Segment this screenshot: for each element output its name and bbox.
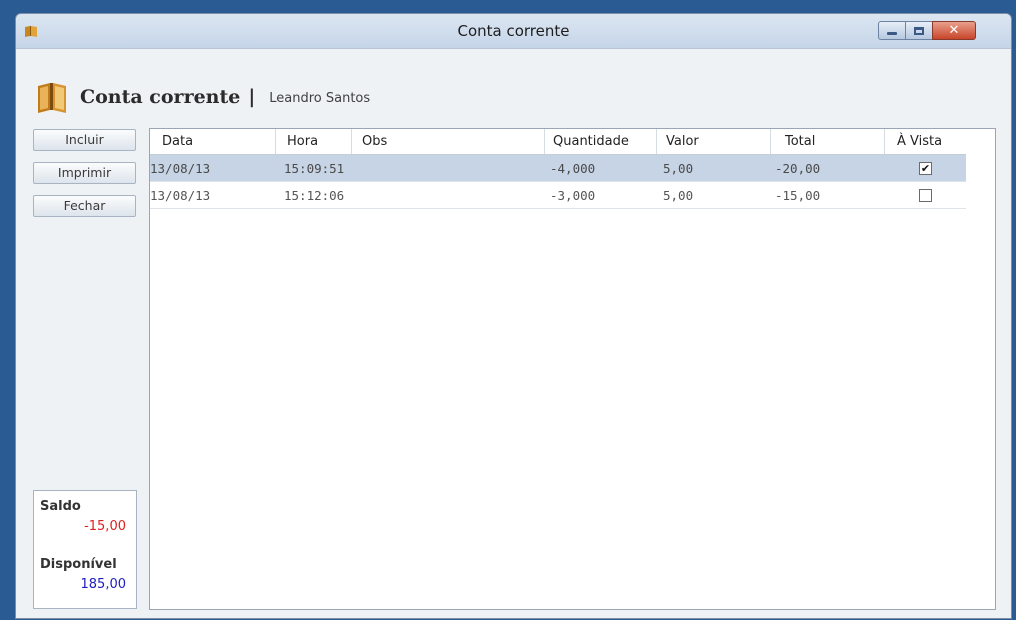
column-header-a-vista[interactable]: À Vista bbox=[885, 129, 966, 154]
column-header-hora[interactable]: Hora bbox=[276, 129, 352, 154]
form-title: Conta corrente bbox=[80, 86, 241, 108]
cell-data: 13/08/13 bbox=[150, 188, 211, 203]
a-vista-checkbox[interactable]: ✔ bbox=[919, 162, 932, 175]
disponivel-value: 185,00 bbox=[80, 577, 127, 592]
balance-panel: Saldo -15,00 Disponível 185,00 bbox=[33, 490, 137, 609]
maximize-button[interactable] bbox=[905, 21, 933, 40]
title-bar[interactable]: Conta corrente ✕ bbox=[16, 14, 1011, 49]
cell-hora: 15:09:51 bbox=[284, 161, 345, 176]
minimize-button[interactable] bbox=[878, 21, 906, 40]
user-name: Leandro Santos bbox=[269, 91, 371, 106]
column-header-valor[interactable]: Valor bbox=[657, 129, 771, 154]
incluir-button[interactable]: Incluir bbox=[33, 129, 136, 151]
imprimir-button[interactable]: Imprimir bbox=[33, 162, 136, 184]
column-header-total[interactable]: Total bbox=[771, 129, 885, 154]
book-icon bbox=[38, 83, 66, 113]
checkmark-icon: ✔ bbox=[920, 162, 931, 175]
maximize-icon bbox=[914, 26, 924, 35]
column-header-quantidade[interactable]: Quantidade bbox=[545, 129, 657, 154]
fechar-button[interactable]: Fechar bbox=[33, 195, 136, 217]
cell-valor: 5,00 bbox=[663, 188, 694, 203]
transactions-grid[interactable]: Data Hora Obs Quantidade Valor Total À V… bbox=[149, 128, 996, 610]
window-title: Conta corrente bbox=[457, 22, 570, 40]
app-window: Conta corrente ✕ Conta corrente | Leandr… bbox=[15, 13, 1012, 619]
column-header-obs[interactable]: Obs bbox=[352, 129, 545, 154]
close-icon: ✕ bbox=[948, 23, 960, 38]
cell-total: -20,00 bbox=[775, 161, 821, 176]
cell-data: 13/08/13 bbox=[150, 161, 211, 176]
close-button[interactable]: ✕ bbox=[932, 21, 976, 40]
cell-valor: 5,00 bbox=[663, 161, 694, 176]
table-row[interactable]: 13/08/13 15:12:06 -3,000 5,00 -15,00 bbox=[150, 182, 966, 209]
minimize-icon bbox=[887, 31, 897, 35]
cell-total: -15,00 bbox=[775, 188, 821, 203]
cell-hora: 15:12:06 bbox=[284, 188, 345, 203]
title-separator: | bbox=[248, 86, 256, 108]
cell-quantidade: -4,000 bbox=[550, 161, 596, 176]
saldo-value: -15,00 bbox=[84, 519, 126, 534]
table-row[interactable]: 13/08/13 15:09:51 -4,000 5,00 -20,00 ✔ bbox=[150, 155, 966, 182]
grid-header: Data Hora Obs Quantidade Valor Total À V… bbox=[150, 129, 966, 155]
form-header: Conta corrente | Leandro Santos bbox=[36, 80, 370, 114]
disponivel-label: Disponível bbox=[40, 557, 117, 572]
saldo-label: Saldo bbox=[40, 499, 81, 514]
column-header-data[interactable]: Data bbox=[150, 129, 276, 154]
a-vista-checkbox[interactable] bbox=[919, 189, 932, 202]
cell-quantidade: -3,000 bbox=[550, 188, 596, 203]
